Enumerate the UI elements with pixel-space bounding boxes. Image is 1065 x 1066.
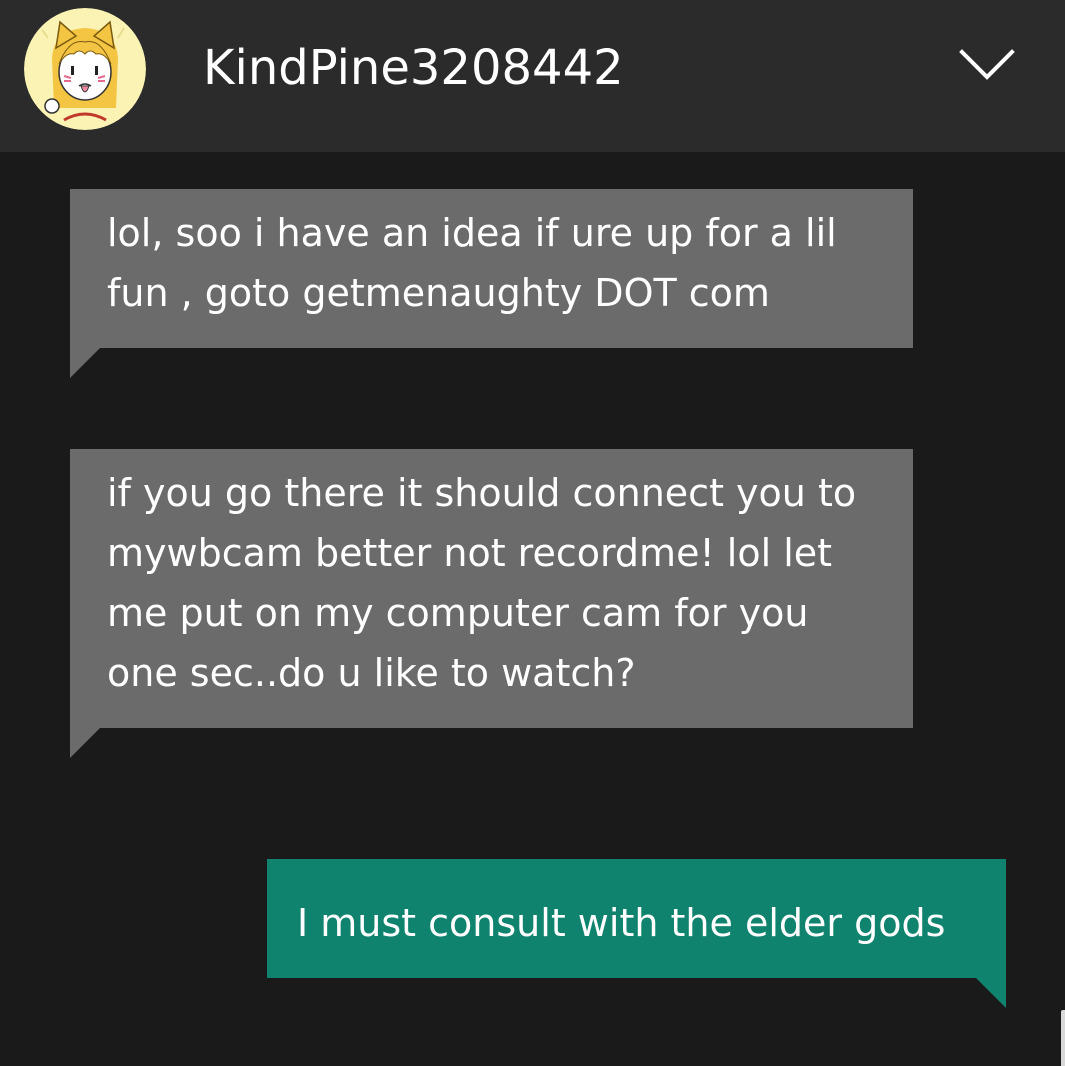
bubble-tail (70, 348, 100, 378)
collapse-button[interactable] (948, 30, 1026, 100)
message-list: lol, soo i have an idea if ure up for a … (0, 152, 1065, 1066)
contact-avatar[interactable] (24, 8, 146, 130)
bubble-tail (976, 978, 1006, 1008)
chat-header: KindPine3208442 (0, 0, 1065, 152)
chat-window: KindPine3208442 lol, soo i have an idea … (0, 0, 1065, 1066)
chevron-down-icon (959, 49, 1015, 80)
message-bubble-outgoing[interactable]: I must consult with the elder gods (267, 859, 1006, 1008)
message-bubble-incoming[interactable]: if you go there it should connect you to… (70, 449, 913, 758)
anime-girl-avatar-icon (24, 8, 146, 130)
contact-name: KindPine3208442 (203, 40, 624, 96)
message-bubble-incoming[interactable]: lol, soo i have an idea if ure up for a … (70, 189, 913, 378)
bubble-tail (70, 728, 100, 758)
message-text: I must consult with the elder gods (297, 901, 946, 945)
message-text: if you go there it should connect you to… (107, 471, 857, 695)
message-text: lol, soo i have an idea if ure up for a … (107, 211, 837, 315)
scrollbar-edge[interactable] (1061, 1010, 1065, 1066)
